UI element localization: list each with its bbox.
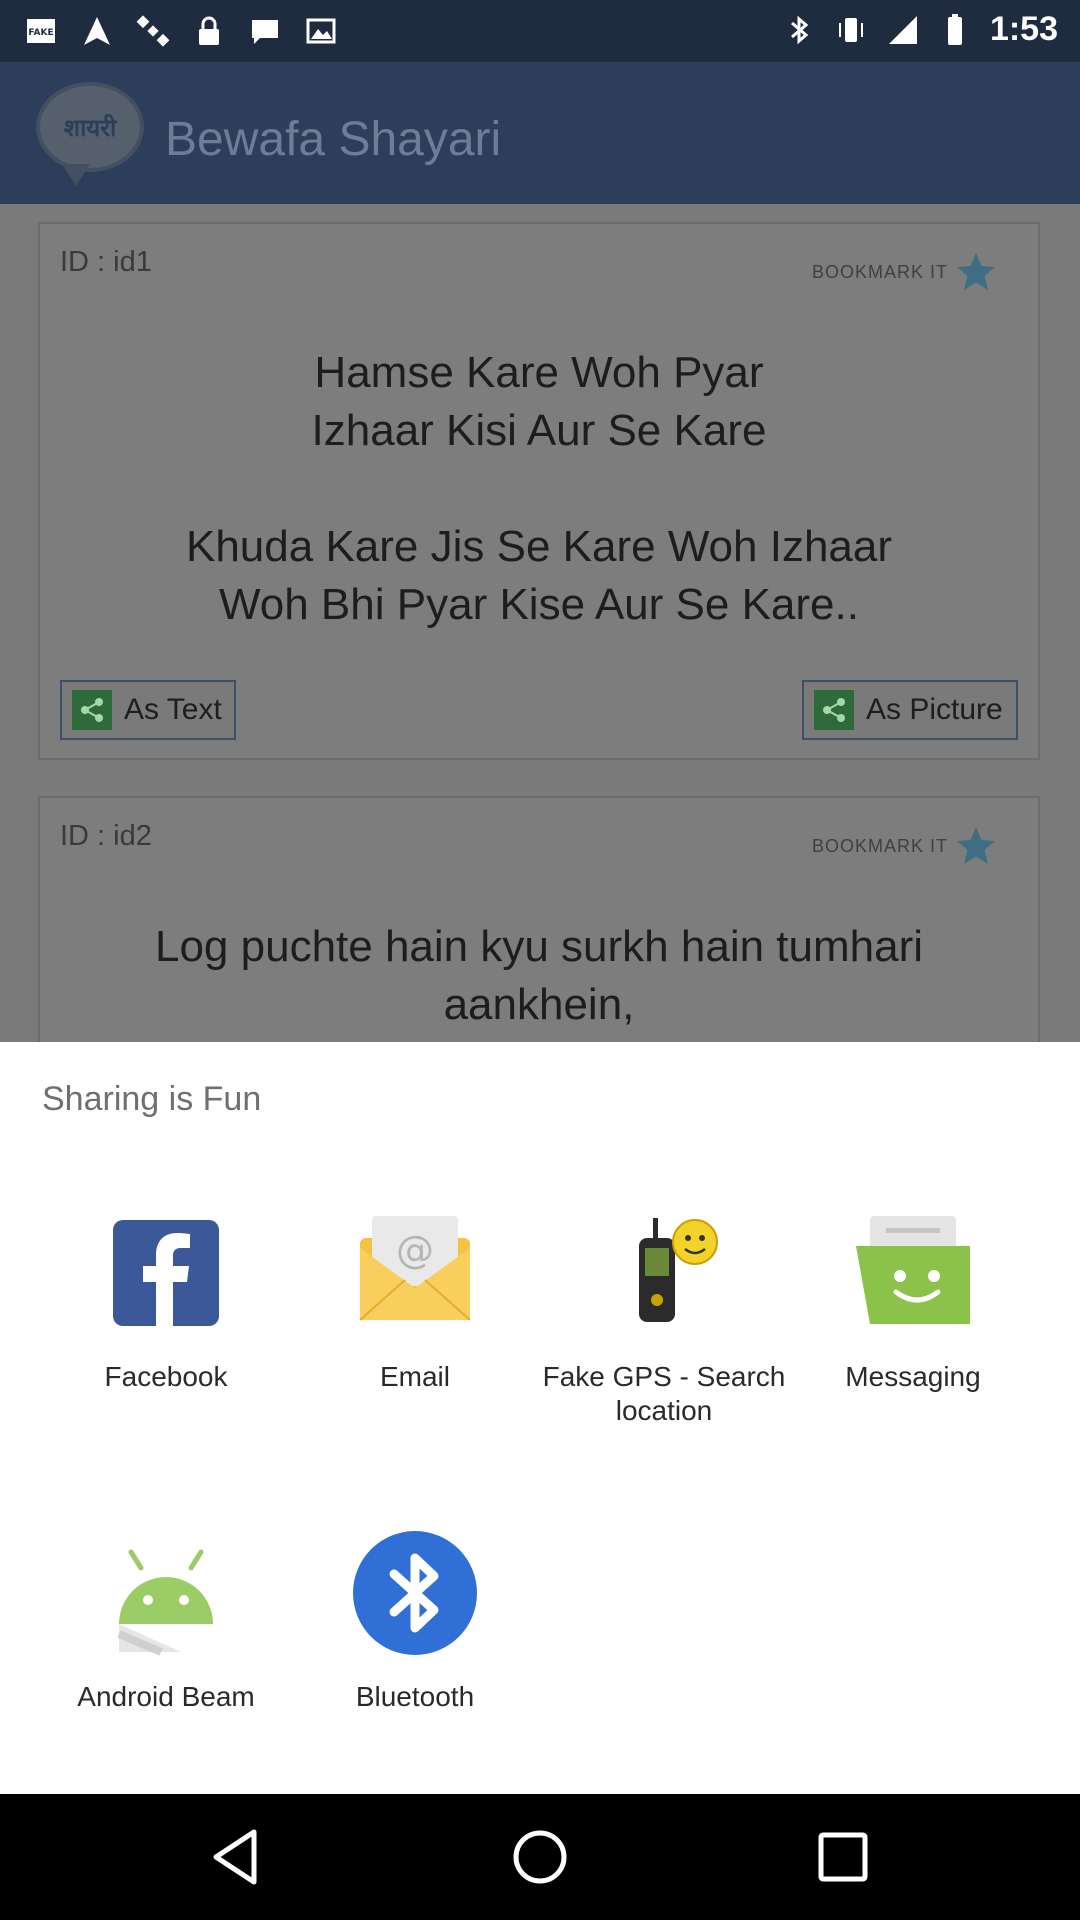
status-left-icons: FAKE bbox=[24, 12, 338, 50]
home-icon[interactable] bbox=[505, 1822, 575, 1892]
shayari-card: ID : id2 BOOKMARK IT Log puchte hain kyu… bbox=[38, 796, 1040, 1042]
image-icon bbox=[304, 12, 338, 50]
share-as-text-button[interactable]: As Text bbox=[60, 680, 236, 740]
messaging-icon bbox=[848, 1208, 978, 1338]
app-logo: शायरी bbox=[36, 82, 144, 186]
share-icon bbox=[814, 690, 854, 730]
app-background: शायरी Bewafa Shayari ID : id1 BOOKMARK I… bbox=[0, 62, 1080, 1042]
shayari-line: aankhein, bbox=[443, 980, 635, 1029]
share-target-label: Messaging bbox=[845, 1361, 981, 1392]
share-target-email[interactable]: @ Email bbox=[290, 1208, 540, 1394]
shayari-line: Khuda Kare Jis Se Kare Woh Izhaar bbox=[185, 522, 893, 571]
shayari-line: Woh Bhi Pyar Kise Aur Se Kare.. bbox=[219, 580, 859, 629]
share-sheet-title: Sharing is Fun bbox=[42, 1080, 262, 1118]
app-bar: शायरी Bewafa Shayari bbox=[0, 62, 1080, 204]
status-bar: FAKE 1:53 bbox=[0, 0, 1080, 62]
recents-icon[interactable] bbox=[808, 1822, 878, 1892]
shayari-text: Log puchte hain kyu surkh hain tumhari a… bbox=[40, 918, 1038, 1034]
card-id: ID : id1 bbox=[60, 246, 152, 278]
fake-gps-icon bbox=[599, 1208, 729, 1338]
shayari-line: Log puchte hain kyu surkh hain tumhari bbox=[154, 922, 924, 971]
share-target-label: Fake GPS - Search location bbox=[542, 1361, 786, 1426]
bookmark-label: BOOKMARK IT bbox=[811, 835, 948, 856]
facebook-icon bbox=[101, 1208, 231, 1338]
star-icon bbox=[957, 253, 995, 290]
share-target-label: Android Beam bbox=[77, 1681, 255, 1712]
share-as-text-label: As Text bbox=[124, 693, 222, 726]
share-target-label: Bluetooth bbox=[355, 1681, 475, 1712]
vibrate-icon bbox=[834, 11, 868, 49]
share-as-picture-label: As Picture bbox=[866, 693, 1003, 726]
share-sheet: Sharing is Fun Facebook @ Email Fake GPS… bbox=[0, 1042, 1080, 1794]
fake-icon: FAKE bbox=[24, 12, 58, 50]
shayari-text: Hamse Kare Woh Pyar Izhaar Kisi Aur Se K… bbox=[40, 344, 1038, 634]
android-beam-icon bbox=[101, 1528, 231, 1658]
email-icon: @ bbox=[350, 1208, 480, 1338]
share-target-label: Email bbox=[379, 1361, 450, 1392]
share-target-fake-gps[interactable]: Fake GPS - Search location bbox=[539, 1208, 789, 1428]
share-as-picture-button[interactable]: As Picture bbox=[802, 680, 1018, 740]
back-icon[interactable] bbox=[202, 1822, 272, 1892]
satellite-icon bbox=[136, 12, 170, 50]
chat-icon bbox=[248, 12, 282, 50]
share-target-label: Facebook bbox=[104, 1361, 228, 1392]
bluetooth-icon bbox=[350, 1528, 480, 1658]
shayari-line: Hamse Kare Woh Pyar bbox=[314, 348, 764, 397]
svg-text:FAKE: FAKE bbox=[28, 28, 53, 38]
shayari-line: Izhaar Kisi Aur Se Kare bbox=[311, 406, 767, 455]
bookmark-label: BOOKMARK IT bbox=[811, 261, 948, 282]
share-target-bluetooth[interactable]: Bluetooth bbox=[290, 1528, 540, 1714]
bluetooth-icon bbox=[782, 11, 816, 49]
shayari-gap bbox=[40, 460, 1038, 518]
gps-icon bbox=[80, 12, 114, 50]
clock: 1:53 bbox=[989, 10, 1058, 48]
share-target-android-beam[interactable]: Android Beam bbox=[41, 1528, 291, 1714]
share-icon bbox=[72, 690, 112, 730]
bookmark-button[interactable]: BOOKMARK IT bbox=[812, 824, 998, 868]
battery-icon bbox=[938, 11, 972, 49]
star-icon bbox=[957, 827, 995, 864]
share-target-facebook[interactable]: Facebook bbox=[41, 1208, 291, 1394]
svg-text:@: @ bbox=[396, 1228, 434, 1272]
lock-icon bbox=[192, 12, 226, 50]
navigation-bar bbox=[0, 1794, 1080, 1920]
share-target-messaging[interactable]: Messaging bbox=[788, 1208, 1038, 1394]
card-id: ID : id2 bbox=[60, 820, 152, 852]
app-title: Bewafa Shayari bbox=[165, 113, 502, 166]
status-right-icons: 1:53 bbox=[782, 10, 1058, 49]
shayari-card: ID : id1 BOOKMARK IT Hamse Kare Woh Pyar… bbox=[38, 222, 1040, 760]
bookmark-button[interactable]: BOOKMARK IT bbox=[812, 250, 998, 294]
signal-icon bbox=[886, 11, 920, 49]
